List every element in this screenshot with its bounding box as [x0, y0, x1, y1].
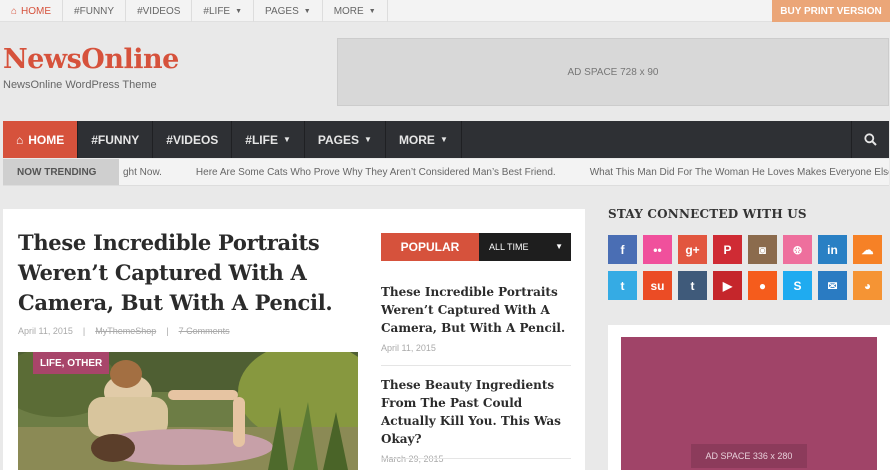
top-nav-pages[interactable]: PAGES ▼	[254, 0, 323, 22]
divider	[381, 458, 571, 459]
chevron-down-icon: ▼	[364, 135, 372, 144]
top-nav-home[interactable]: ⌂ HOME	[0, 0, 64, 22]
header-ad-label: AD SPACE 728 x 90	[567, 66, 659, 78]
youtube-icon[interactable]: ▶	[713, 271, 742, 300]
main-nav-home[interactable]: ⌂ HOME	[3, 121, 79, 158]
trending-label: NOW TRENDING	[3, 159, 119, 185]
search-icon	[864, 133, 877, 146]
main-nav: ⌂ HOME #FUNNY #VIDEOS #LIFE ▼ PAGES ▼ MORE…	[3, 121, 889, 158]
post-title[interactable]: These Incredible Portraits Weren’t Captu…	[18, 228, 348, 318]
chevron-down-icon: ▼	[235, 7, 243, 15]
home-icon: ⌂	[11, 5, 18, 17]
search-button[interactable]	[851, 121, 889, 158]
top-nav-life[interactable]: #LIFE ▼	[192, 0, 255, 22]
popular-item[interactable]: These Beauty Ingredients From The Past C…	[381, 376, 571, 464]
header-ad-space[interactable]: AD SPACE 728 x 90	[337, 38, 889, 106]
post-author[interactable]: MyThemeShop	[95, 326, 156, 336]
rss-icon[interactable]: ◕	[853, 271, 882, 300]
popular-widget-header: POPULAR ALL TIME ▼	[381, 233, 571, 261]
chevron-down-icon: ▼	[439, 135, 448, 144]
buy-print-button[interactable]: BUY PRINT VERSION	[772, 0, 890, 22]
top-nav-funny[interactable]: #FUNNY	[63, 0, 127, 22]
trending-item[interactable]: Here Are Some Cats Who Prove Why They Ar…	[196, 167, 556, 178]
main-nav-videos[interactable]: #VIDEOS	[153, 121, 233, 158]
skype-icon[interactable]: S	[783, 271, 812, 300]
post-meta: April 11, 2015 | MyThemeShop | 7 Comment…	[18, 326, 240, 336]
trending-item[interactable]: ght Now.	[123, 167, 162, 178]
instagram-icon[interactable]: ◙	[748, 235, 777, 264]
sidebar-ad-space[interactable]: AD SPACE 336 x 280	[621, 337, 877, 470]
stay-connected-title: STAY CONNECTED WITH US	[608, 207, 807, 221]
post-date: April 11, 2015	[18, 326, 73, 336]
site-logo[interactable]: NewsOnline	[3, 44, 179, 75]
top-nav: ⌂ HOME #FUNNY #VIDEOS #LIFE ▼ PAGES ▼ MORE…	[0, 0, 388, 22]
popular-item-title[interactable]: These Incredible Portraits Weren’t Captu…	[381, 283, 571, 337]
reddit-icon[interactable]: ●	[748, 271, 777, 300]
pinterest-icon[interactable]: P	[713, 235, 742, 264]
popular-item[interactable]: These Incredible Portraits Weren’t Captu…	[381, 283, 571, 353]
post-featured-image[interactable]: LIFE, OTHER	[18, 352, 358, 470]
top-nav-videos[interactable]: #VIDEOS	[126, 0, 193, 22]
main-content: These Incredible Portraits Weren’t Captu…	[3, 209, 585, 470]
divider	[381, 365, 571, 366]
chevron-down-icon: ▼	[282, 135, 291, 144]
dribbble-icon[interactable]: ⊛	[783, 235, 812, 264]
chevron-down-icon: ▼	[555, 242, 563, 251]
twitter-icon[interactable]: t	[608, 271, 637, 300]
trending-bar: NOW TRENDING ght Now. Here Are Some Cats…	[3, 159, 889, 186]
popular-item-title[interactable]: These Beauty Ingredients From The Past C…	[381, 376, 571, 448]
main-nav-more[interactable]: MORE ▼	[386, 121, 462, 158]
facebook-icon[interactable]: f	[608, 235, 637, 264]
trending-ticker: ght Now. Here Are Some Cats Who Prove Wh…	[123, 159, 889, 185]
main-nav-life[interactable]: #LIFE ▼	[232, 121, 305, 158]
time-range-select[interactable]: ALL TIME ▼	[479, 233, 571, 261]
home-icon: ⌂	[16, 132, 24, 147]
time-range-value: ALL TIME	[489, 242, 529, 252]
main-nav-funny[interactable]: #FUNNY	[78, 121, 154, 158]
site-tagline: NewsOnline WordPress Theme	[3, 79, 157, 91]
social-icons: f •• g+ P ◙ ⊛ in ☁ t su t ▶ ● S ✉ ◕	[608, 235, 890, 307]
meta-separator: |	[166, 326, 169, 336]
stumbleupon-icon[interactable]: su	[643, 271, 672, 300]
category-badge[interactable]: LIFE, OTHER	[33, 352, 110, 374]
linkedin-icon[interactable]: in	[818, 235, 847, 264]
popular-item-date: April 11, 2015	[381, 343, 436, 353]
tab-popular[interactable]: POPULAR	[381, 233, 479, 261]
tumblr-icon[interactable]: t	[678, 271, 707, 300]
meta-separator: |	[82, 326, 86, 336]
email-icon[interactable]: ✉	[818, 271, 847, 300]
sidebar-ad-widget: AD SPACE 336 x 280	[608, 325, 890, 470]
post-comments[interactable]: 7 Comments	[179, 326, 230, 336]
top-nav-more[interactable]: MORE ▼	[323, 0, 388, 22]
popular-item-date: March 29, 2015	[381, 454, 444, 464]
soundcloud-icon[interactable]: ☁	[853, 235, 882, 264]
trending-item[interactable]: What This Man Did For The Woman He Loves…	[590, 167, 889, 178]
chevron-down-icon: ▼	[368, 7, 376, 15]
top-bar: ⌂ HOME #FUNNY #VIDEOS #LIFE ▼ PAGES ▼ MORE…	[0, 0, 890, 22]
google-plus-icon[interactable]: g+	[678, 235, 707, 264]
sidebar-ad-label: AD SPACE 336 x 280	[691, 444, 807, 468]
flickr-icon[interactable]: ••	[643, 235, 672, 264]
main-nav-pages[interactable]: PAGES ▼	[305, 121, 386, 158]
chevron-down-icon: ▼	[303, 7, 311, 15]
